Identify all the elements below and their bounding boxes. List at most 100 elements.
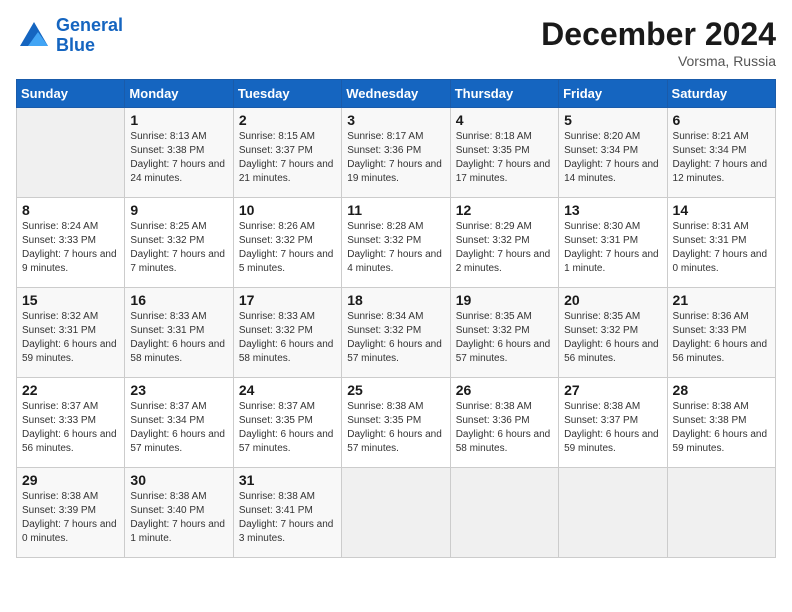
day-info: Sunrise: 8:38 AM Sunset: 3:40 PM Dayligh… bbox=[130, 490, 227, 546]
logo-icon bbox=[16, 18, 52, 54]
calendar-day-cell: 30 Sunrise: 8:38 AM Sunset: 3:40 PM Dayl… bbox=[125, 468, 233, 558]
day-number: 17 bbox=[239, 292, 336, 308]
calendar-day-cell: 6 Sunrise: 8:21 AM Sunset: 3:34 PM Dayli… bbox=[667, 108, 775, 198]
header-monday: Monday bbox=[125, 80, 233, 108]
logo: General Blue bbox=[16, 16, 123, 56]
day-number: 31 bbox=[239, 472, 336, 488]
day-info: Sunrise: 8:36 AM Sunset: 3:33 PM Dayligh… bbox=[673, 310, 770, 366]
day-info: Sunrise: 8:37 AM Sunset: 3:34 PM Dayligh… bbox=[130, 400, 227, 456]
calendar-day-cell: 16 Sunrise: 8:33 AM Sunset: 3:31 PM Dayl… bbox=[125, 288, 233, 378]
header-friday: Friday bbox=[559, 80, 667, 108]
day-info: Sunrise: 8:25 AM Sunset: 3:32 PM Dayligh… bbox=[130, 220, 227, 276]
day-info: Sunrise: 8:35 AM Sunset: 3:32 PM Dayligh… bbox=[456, 310, 553, 366]
day-info: Sunrise: 8:24 AM Sunset: 3:33 PM Dayligh… bbox=[22, 220, 119, 276]
day-number: 2 bbox=[239, 112, 336, 128]
calendar-day-cell: 29 Sunrise: 8:38 AM Sunset: 3:39 PM Dayl… bbox=[17, 468, 125, 558]
day-info: Sunrise: 8:37 AM Sunset: 3:33 PM Dayligh… bbox=[22, 400, 119, 456]
day-info: Sunrise: 8:38 AM Sunset: 3:41 PM Dayligh… bbox=[239, 490, 336, 546]
day-number: 21 bbox=[673, 292, 770, 308]
header-thursday: Thursday bbox=[450, 80, 558, 108]
day-number: 6 bbox=[673, 112, 770, 128]
day-info: Sunrise: 8:37 AM Sunset: 3:35 PM Dayligh… bbox=[239, 400, 336, 456]
location-subtitle: Vorsma, Russia bbox=[541, 53, 776, 69]
calendar-day-cell: 24 Sunrise: 8:37 AM Sunset: 3:35 PM Dayl… bbox=[233, 378, 341, 468]
day-number: 13 bbox=[564, 202, 661, 218]
calendar-week-row: 29 Sunrise: 8:38 AM Sunset: 3:39 PM Dayl… bbox=[17, 468, 776, 558]
day-info: Sunrise: 8:38 AM Sunset: 3:37 PM Dayligh… bbox=[564, 400, 661, 456]
day-info: Sunrise: 8:30 AM Sunset: 3:31 PM Dayligh… bbox=[564, 220, 661, 276]
day-number: 19 bbox=[456, 292, 553, 308]
calendar-day-cell: 13 Sunrise: 8:30 AM Sunset: 3:31 PM Dayl… bbox=[559, 198, 667, 288]
header-wednesday: Wednesday bbox=[342, 80, 450, 108]
day-number: 12 bbox=[456, 202, 553, 218]
day-number: 14 bbox=[673, 202, 770, 218]
calendar-day-cell: 15 Sunrise: 8:32 AM Sunset: 3:31 PM Dayl… bbox=[17, 288, 125, 378]
calendar-day-cell: 12 Sunrise: 8:29 AM Sunset: 3:32 PM Dayl… bbox=[450, 198, 558, 288]
day-number: 24 bbox=[239, 382, 336, 398]
calendar-day-cell: 5 Sunrise: 8:20 AM Sunset: 3:34 PM Dayli… bbox=[559, 108, 667, 198]
header-sunday: Sunday bbox=[17, 80, 125, 108]
calendar-day-cell: 4 Sunrise: 8:18 AM Sunset: 3:35 PM Dayli… bbox=[450, 108, 558, 198]
calendar-week-row: 22 Sunrise: 8:37 AM Sunset: 3:33 PM Dayl… bbox=[17, 378, 776, 468]
day-number: 28 bbox=[673, 382, 770, 398]
calendar-day-cell bbox=[342, 468, 450, 558]
calendar-day-cell: 19 Sunrise: 8:35 AM Sunset: 3:32 PM Dayl… bbox=[450, 288, 558, 378]
day-info: Sunrise: 8:31 AM Sunset: 3:31 PM Dayligh… bbox=[673, 220, 770, 276]
day-number: 23 bbox=[130, 382, 227, 398]
month-title: December 2024 bbox=[541, 16, 776, 53]
calendar-week-row: 15 Sunrise: 8:32 AM Sunset: 3:31 PM Dayl… bbox=[17, 288, 776, 378]
day-number: 11 bbox=[347, 202, 444, 218]
day-info: Sunrise: 8:38 AM Sunset: 3:39 PM Dayligh… bbox=[22, 490, 119, 546]
calendar-day-cell: 11 Sunrise: 8:28 AM Sunset: 3:32 PM Dayl… bbox=[342, 198, 450, 288]
logo-text: General Blue bbox=[56, 16, 123, 56]
day-number: 3 bbox=[347, 112, 444, 128]
day-number: 20 bbox=[564, 292, 661, 308]
day-info: Sunrise: 8:34 AM Sunset: 3:32 PM Dayligh… bbox=[347, 310, 444, 366]
title-section: December 2024 Vorsma, Russia bbox=[541, 16, 776, 69]
calendar-day-cell: 9 Sunrise: 8:25 AM Sunset: 3:32 PM Dayli… bbox=[125, 198, 233, 288]
day-number: 10 bbox=[239, 202, 336, 218]
calendar-day-cell: 27 Sunrise: 8:38 AM Sunset: 3:37 PM Dayl… bbox=[559, 378, 667, 468]
day-number: 16 bbox=[130, 292, 227, 308]
calendar-day-cell: 2 Sunrise: 8:15 AM Sunset: 3:37 PM Dayli… bbox=[233, 108, 341, 198]
calendar-week-row: 1 Sunrise: 8:13 AM Sunset: 3:38 PM Dayli… bbox=[17, 108, 776, 198]
page-header: General Blue December 2024 Vorsma, Russi… bbox=[16, 16, 776, 69]
header-saturday: Saturday bbox=[667, 80, 775, 108]
day-number: 22 bbox=[22, 382, 119, 398]
calendar-day-cell: 26 Sunrise: 8:38 AM Sunset: 3:36 PM Dayl… bbox=[450, 378, 558, 468]
calendar-header-row: Sunday Monday Tuesday Wednesday Thursday… bbox=[17, 80, 776, 108]
calendar-day-cell: 18 Sunrise: 8:34 AM Sunset: 3:32 PM Dayl… bbox=[342, 288, 450, 378]
calendar-day-cell: 21 Sunrise: 8:36 AM Sunset: 3:33 PM Dayl… bbox=[667, 288, 775, 378]
day-number: 25 bbox=[347, 382, 444, 398]
calendar-table: Sunday Monday Tuesday Wednesday Thursday… bbox=[16, 79, 776, 558]
day-info: Sunrise: 8:17 AM Sunset: 3:36 PM Dayligh… bbox=[347, 130, 444, 186]
calendar-day-cell: 1 Sunrise: 8:13 AM Sunset: 3:38 PM Dayli… bbox=[125, 108, 233, 198]
day-info: Sunrise: 8:28 AM Sunset: 3:32 PM Dayligh… bbox=[347, 220, 444, 276]
calendar-day-cell bbox=[450, 468, 558, 558]
day-info: Sunrise: 8:38 AM Sunset: 3:38 PM Dayligh… bbox=[673, 400, 770, 456]
calendar-day-cell: 20 Sunrise: 8:35 AM Sunset: 3:32 PM Dayl… bbox=[559, 288, 667, 378]
day-info: Sunrise: 8:26 AM Sunset: 3:32 PM Dayligh… bbox=[239, 220, 336, 276]
calendar-day-cell: 8 Sunrise: 8:24 AM Sunset: 3:33 PM Dayli… bbox=[17, 198, 125, 288]
header-tuesday: Tuesday bbox=[233, 80, 341, 108]
calendar-day-cell bbox=[667, 468, 775, 558]
day-info: Sunrise: 8:20 AM Sunset: 3:34 PM Dayligh… bbox=[564, 130, 661, 186]
day-number: 29 bbox=[22, 472, 119, 488]
day-info: Sunrise: 8:38 AM Sunset: 3:36 PM Dayligh… bbox=[456, 400, 553, 456]
day-info: Sunrise: 8:35 AM Sunset: 3:32 PM Dayligh… bbox=[564, 310, 661, 366]
day-number: 27 bbox=[564, 382, 661, 398]
day-number: 26 bbox=[456, 382, 553, 398]
calendar-day-cell bbox=[17, 108, 125, 198]
day-info: Sunrise: 8:32 AM Sunset: 3:31 PM Dayligh… bbox=[22, 310, 119, 366]
calendar-day-cell: 22 Sunrise: 8:37 AM Sunset: 3:33 PM Dayl… bbox=[17, 378, 125, 468]
day-number: 15 bbox=[22, 292, 119, 308]
day-info: Sunrise: 8:33 AM Sunset: 3:31 PM Dayligh… bbox=[130, 310, 227, 366]
calendar-day-cell: 17 Sunrise: 8:33 AM Sunset: 3:32 PM Dayl… bbox=[233, 288, 341, 378]
calendar-day-cell: 28 Sunrise: 8:38 AM Sunset: 3:38 PM Dayl… bbox=[667, 378, 775, 468]
day-info: Sunrise: 8:33 AM Sunset: 3:32 PM Dayligh… bbox=[239, 310, 336, 366]
day-info: Sunrise: 8:38 AM Sunset: 3:35 PM Dayligh… bbox=[347, 400, 444, 456]
day-number: 4 bbox=[456, 112, 553, 128]
day-info: Sunrise: 8:15 AM Sunset: 3:37 PM Dayligh… bbox=[239, 130, 336, 186]
day-info: Sunrise: 8:13 AM Sunset: 3:38 PM Dayligh… bbox=[130, 130, 227, 186]
day-info: Sunrise: 8:18 AM Sunset: 3:35 PM Dayligh… bbox=[456, 130, 553, 186]
